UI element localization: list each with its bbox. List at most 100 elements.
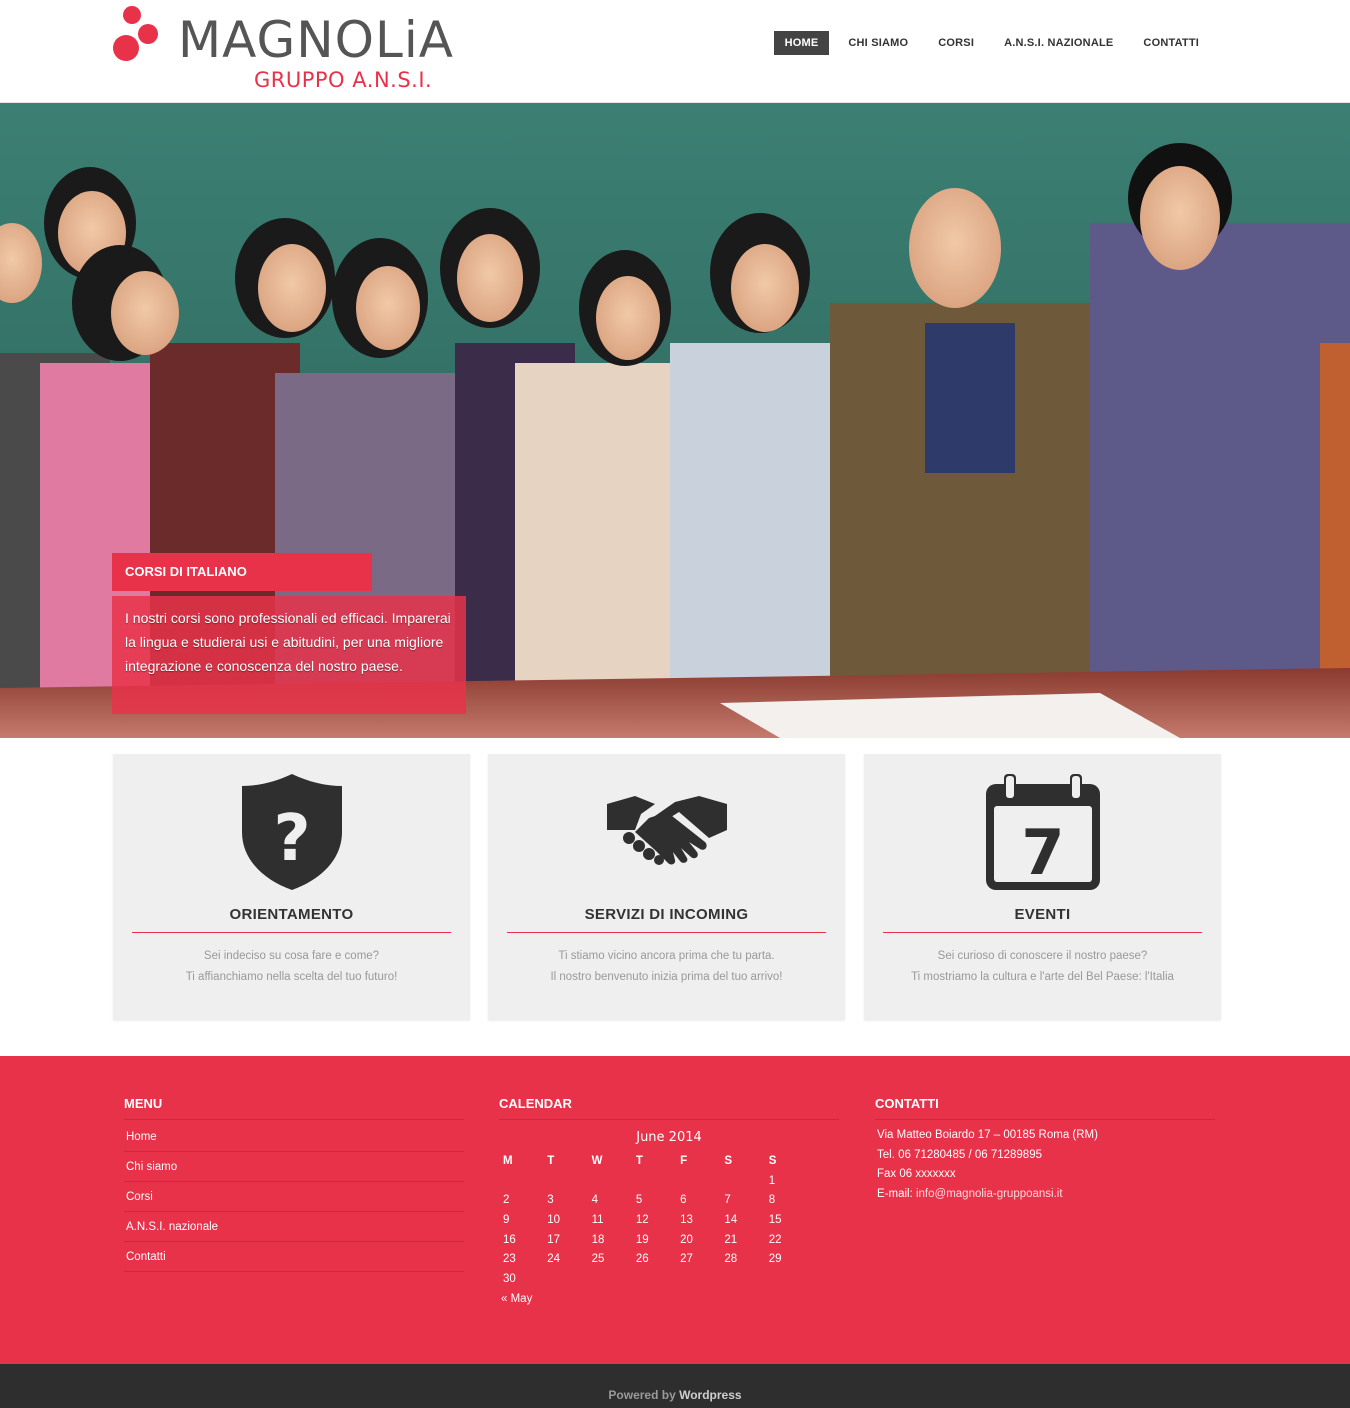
calendar-month: June 2014 — [636, 1130, 702, 1145]
nav-ansi-nazionale[interactable]: A.N.S.I. NAZIONALE — [993, 31, 1124, 55]
nav-corsi[interactable]: CORSI — [927, 31, 985, 55]
calendar-day-cell: 9 — [503, 1213, 510, 1226]
calendar-day-cell: 11 — [591, 1213, 604, 1226]
feature-text-line2: Ti mostriamo la cultura e l'arte del Bel… — [911, 971, 1174, 983]
calendar-day-cell — [545, 1269, 589, 1289]
footer-menu-corsi[interactable]: Corsi — [124, 1182, 464, 1212]
calendar-day-cell: 13 — [680, 1213, 693, 1226]
footer-menu-title: MENU — [124, 1096, 464, 1120]
feature-servizi-incoming[interactable]: SERVIZI DI INCOMING Ti stiamo vicino anc… — [488, 754, 845, 1020]
calendar-prev-month-link[interactable]: « May — [501, 1293, 532, 1305]
calendar-table: M T W T F S S 1 2 3 4 5 6 7 8 9 10 11 12 13 14 15 16 17 1… — [501, 1151, 811, 1289]
contact-email-link[interactable]: info@magnolia-gruppoansi.it — [916, 1188, 1063, 1200]
slide-caption-title: CORSI DI ITALIANO — [112, 553, 372, 591]
calendar-day-cell: 16 — [503, 1233, 516, 1246]
calendar-day-cell: 27 — [680, 1253, 693, 1266]
calendar-day-cell: 23 — [503, 1253, 516, 1266]
nav-home[interactable]: HOME — [773, 31, 830, 55]
site-logo[interactable]: MAGNOLiA GRUPPO A.N.S.I. — [110, 4, 490, 96]
calendar-day-cell: 22 — [768, 1233, 782, 1246]
feature-title: EVENTI — [1014, 906, 1071, 923]
calendar-body: 1 2 3 4 5 6 7 8 9 10 11 12 13 14 15 16 17 18 19 20 21 22 23 24 2… — [501, 1171, 811, 1289]
calendar-week-row: 30 — [501, 1269, 811, 1289]
hero-slider[interactable]: CORSI DI ITALIANO I nostri corsi sono pr… — [0, 103, 1350, 738]
main-nav: HOME CHI SIAMO CORSI A.N.S.I. NAZIONALE … — [773, 31, 1210, 55]
calendar-day-cell — [545, 1171, 589, 1191]
logo-subtitle: GRUPPO A.N.S.I. — [254, 68, 433, 92]
calendar-day-cell: 5 — [635, 1194, 643, 1207]
calendar-day-cell — [501, 1171, 545, 1191]
feature-text-line1: Sei indeciso su cosa fare e come? — [203, 950, 380, 962]
feature-title: SERVIZI DI INCOMING — [584, 906, 749, 923]
calendar-day-cell — [767, 1269, 811, 1289]
calendar-icon: 7 — [985, 774, 1100, 890]
nav-chi-siamo[interactable]: CHI SIAMO — [837, 31, 919, 55]
logo-title: MAGNOLiA — [178, 11, 454, 69]
nav-contatti[interactable]: CONTATTI — [1132, 31, 1210, 55]
calendar-day-header: S — [768, 1155, 777, 1167]
wordpress-link[interactable]: Wordpress — [679, 1388, 741, 1402]
calendar-day-cell: 10 — [547, 1213, 561, 1226]
calendar-day-cell: 21 — [724, 1233, 738, 1246]
contact-address: Via Matteo Boiardo 17 – 00185 Roma (RM) — [877, 1129, 1098, 1141]
feature-divider — [883, 932, 1202, 933]
slide-caption-body: I nostri corsi sono professionali ed eff… — [112, 596, 466, 714]
calendar-day-cell — [678, 1171, 722, 1191]
calendar-day-header: T — [635, 1155, 643, 1167]
calendar-week-row: 16 17 18 19 20 21 22 — [501, 1230, 811, 1250]
calendar-day-cell: 2 — [503, 1194, 510, 1207]
bottom-bar: Powered by Wordpress — [0, 1364, 1350, 1408]
calendar-day-cell: 19 — [635, 1233, 649, 1246]
calendar-day-header: S — [724, 1155, 733, 1167]
footer-contacts-title: CONTATTI — [875, 1096, 1215, 1120]
handshake-icon — [606, 796, 727, 865]
site-footer: MENU Home Chi siamo Corsi A.N.S.I. nazio… — [0, 1056, 1350, 1364]
calendar-day-cell: 8 — [768, 1194, 776, 1207]
feature-text-line2: Ti affianchiamo nella scelta del tuo fut… — [185, 971, 398, 983]
calendar-day-cell — [722, 1269, 766, 1289]
calendar-day-cell: 4 — [591, 1194, 598, 1207]
footer-menu: MENU Home Chi siamo Corsi A.N.S.I. nazio… — [124, 1096, 464, 1272]
calendar-day-cell: 20 — [680, 1233, 693, 1246]
calendar-day-header: T — [547, 1155, 555, 1167]
calendar-day-cell — [634, 1171, 678, 1191]
calendar-week-row: 2 3 4 5 6 7 8 — [501, 1191, 811, 1211]
feature-divider — [507, 932, 826, 933]
contact-fax: Fax 06 xxxxxxx — [877, 1168, 956, 1180]
calendar-day-header: F — [680, 1155, 688, 1167]
logo-dots-icon — [113, 6, 158, 61]
calendar-day-cell: 1 — [768, 1174, 776, 1187]
calendar-day-header: M — [503, 1155, 513, 1167]
powered-by-label: Powered by — [608, 1388, 676, 1402]
calendar-day-cell: 6 — [680, 1194, 687, 1207]
footer-menu-contatti[interactable]: Contatti — [124, 1242, 464, 1272]
calendar-day-cell — [590, 1171, 634, 1191]
feature-boxes: ? ORIENTAMENTO Sei indeciso su cosa fare… — [113, 754, 1221, 1020]
contact-tel: Tel. 06 71280485 / 06 71289895 — [877, 1148, 1042, 1161]
calendar-day-cell — [678, 1269, 722, 1289]
footer-calendar-title: CALENDAR — [499, 1096, 839, 1120]
calendar-day-cell: 3 — [547, 1194, 554, 1207]
calendar-week-row: 23 24 25 26 27 28 29 — [501, 1249, 811, 1269]
footer-menu-chi-siamo[interactable]: Chi siamo — [124, 1152, 464, 1182]
feature-text-line1: Ti stiamo vicino ancora prima che tu par… — [558, 950, 775, 962]
calendar-day-cell: 14 — [724, 1213, 738, 1226]
calendar-day-cell — [634, 1269, 678, 1289]
footer-menu-home[interactable]: Home — [124, 1122, 464, 1152]
calendar-day-cell: 25 — [591, 1253, 605, 1266]
calendar-day-cell: 12 — [635, 1213, 649, 1226]
calendar-week-row: 9 10 11 12 13 14 15 — [501, 1210, 811, 1230]
svg-text:?: ? — [273, 802, 310, 876]
calendar-day-cell: 30 — [503, 1272, 516, 1285]
calendar-day-cell: 17 — [547, 1233, 561, 1246]
calendar-day-header: W — [591, 1155, 603, 1167]
footer-menu-ansi-nazionale[interactable]: A.N.S.I. nazionale — [124, 1212, 464, 1242]
calendar-day-cell: 15 — [768, 1213, 782, 1226]
feature-orientamento[interactable]: ? ORIENTAMENTO Sei indeciso su cosa fare… — [113, 754, 470, 1020]
feature-eventi[interactable]: 7 EVENTI Sei curioso di conoscere il nos… — [864, 754, 1221, 1020]
calendar-day-number: 7 — [1021, 816, 1064, 889]
calendar-day-cell: 29 — [768, 1253, 782, 1266]
site-header: MAGNOLiA GRUPPO A.N.S.I. HOME CHI SIAMO … — [0, 0, 1350, 103]
feature-title: ORIENTAMENTO — [229, 906, 354, 923]
footer-contacts: CONTATTI Via Matteo Boiardo 17 – 00185 R… — [875, 1096, 1215, 1204]
